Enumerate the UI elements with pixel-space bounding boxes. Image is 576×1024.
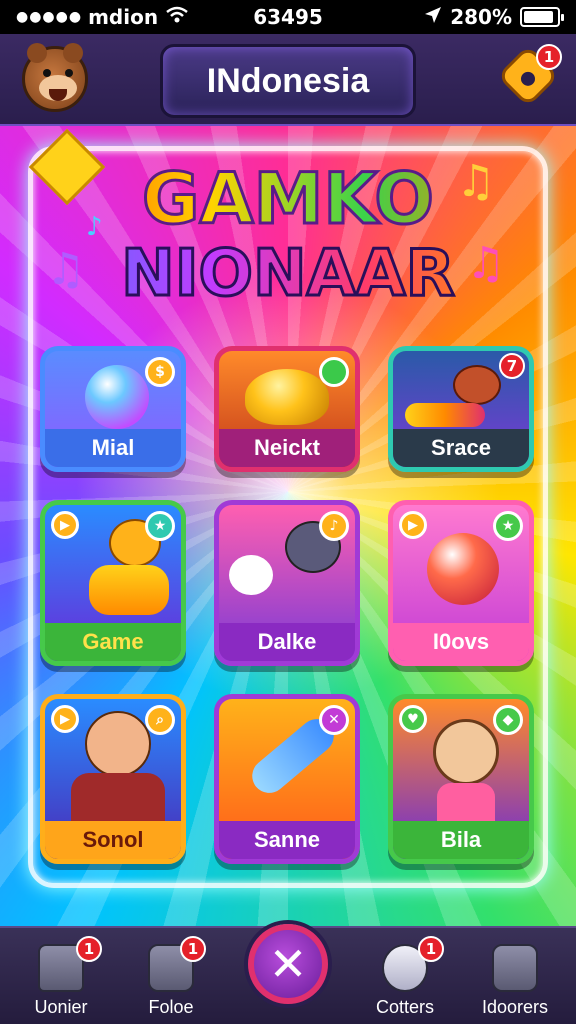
dress-icon <box>437 783 495 823</box>
game-card-label: Game <box>45 623 181 661</box>
game-card[interactable]: ▶ ⌕ Sonol <box>40 694 186 864</box>
nav-badge: 1 <box>180 936 206 962</box>
girl-face-icon <box>433 719 499 785</box>
close-icon: ✕ <box>319 705 349 735</box>
game-logo: GAMKO NIONAAR <box>60 159 516 312</box>
nav-badge: 1 <box>418 936 444 962</box>
download-icon <box>492 944 538 992</box>
status-bar: ●●●●● mdion 63495 280% <box>0 0 576 34</box>
nav-label: Cotters <box>375 997 435 1017</box>
man-face-icon <box>85 711 151 777</box>
status-dot-icon <box>319 357 349 387</box>
game-card-label: Dalke <box>219 623 355 661</box>
settings-badge: 1 <box>536 44 562 70</box>
game-card[interactable]: ♪ Dalke <box>214 500 360 666</box>
nav-label: Uonier <box>34 997 88 1017</box>
star-icon: ★ <box>493 511 523 541</box>
nav-item-download[interactable]: Idoorers <box>460 934 570 1022</box>
close-icon: ✕ <box>268 937 308 991</box>
glove-icon <box>229 555 273 595</box>
coin-icon: $ <box>145 357 175 387</box>
star-icon: ★ <box>145 511 175 541</box>
orb-icon <box>85 365 149 429</box>
game-card-label: Sanne <box>219 821 355 859</box>
header-bar: INdonesia 1 <box>0 34 576 126</box>
game-card-label: Srace <box>393 429 529 467</box>
balloon-icon <box>427 533 499 605</box>
character-body-icon <box>89 565 169 615</box>
avatar[interactable] <box>22 43 88 112</box>
rocket-icon <box>405 403 485 427</box>
play-icon: ▶ <box>51 511 79 539</box>
game-card-label: Bila <box>393 821 529 859</box>
game-card[interactable]: ♥ ◆ Bila <box>388 694 534 864</box>
page-title: INdonesia <box>160 44 416 118</box>
game-card[interactable]: ▶ ★ I0ovs <box>388 500 534 666</box>
game-card[interactable]: ▶ ★ Game <box>40 500 186 666</box>
battery-icon <box>520 7 564 27</box>
game-card[interactable]: Neickt <box>214 346 360 472</box>
play-icon: ▶ <box>399 511 427 539</box>
clock: 63495 <box>253 5 323 29</box>
game-card[interactable]: ✕ Sanne <box>214 694 360 864</box>
bottom-nav: 1 Uonier 1 Foloe ✕ 1 Cotters Idoorers <box>0 924 576 1024</box>
nav-badge: 1 <box>76 936 102 962</box>
close-button[interactable]: ✕ <box>248 924 328 1004</box>
game-card-label: I0ovs <box>393 623 529 661</box>
nav-item-grid[interactable]: 1 Foloe <box>116 934 226 1022</box>
logo-line-1: GAMKO <box>60 159 516 240</box>
music-note-icon: ♪ <box>319 511 349 541</box>
jacket-icon <box>71 773 165 825</box>
fox-icon <box>453 365 501 405</box>
card-badge: 7 <box>499 353 525 379</box>
game-card[interactable]: $ Mial <box>40 346 186 472</box>
game-card-label: Sonol <box>45 821 181 859</box>
game-card-label: Mial <box>45 429 181 467</box>
play-icon: ▶ <box>51 705 79 733</box>
helmet-icon <box>245 369 329 425</box>
nav-label: Idoorers <box>481 997 549 1017</box>
heart-icon: ♥ <box>399 705 427 733</box>
nav-item-cloud[interactable]: 1 Cotters <box>350 934 460 1022</box>
diamond-icon: ◆ <box>493 705 523 735</box>
logo-line-2: NIONAAR <box>60 237 516 312</box>
nav-label: Foloe <box>148 997 194 1017</box>
settings-button[interactable]: 1 <box>496 44 562 108</box>
nav-item-home[interactable]: 1 Uonier <box>6 934 116 1022</box>
game-card[interactable]: 7 Srace <box>388 346 534 472</box>
search-icon: ⌕ <box>145 705 175 735</box>
game-card-label: Neickt <box>219 429 355 467</box>
